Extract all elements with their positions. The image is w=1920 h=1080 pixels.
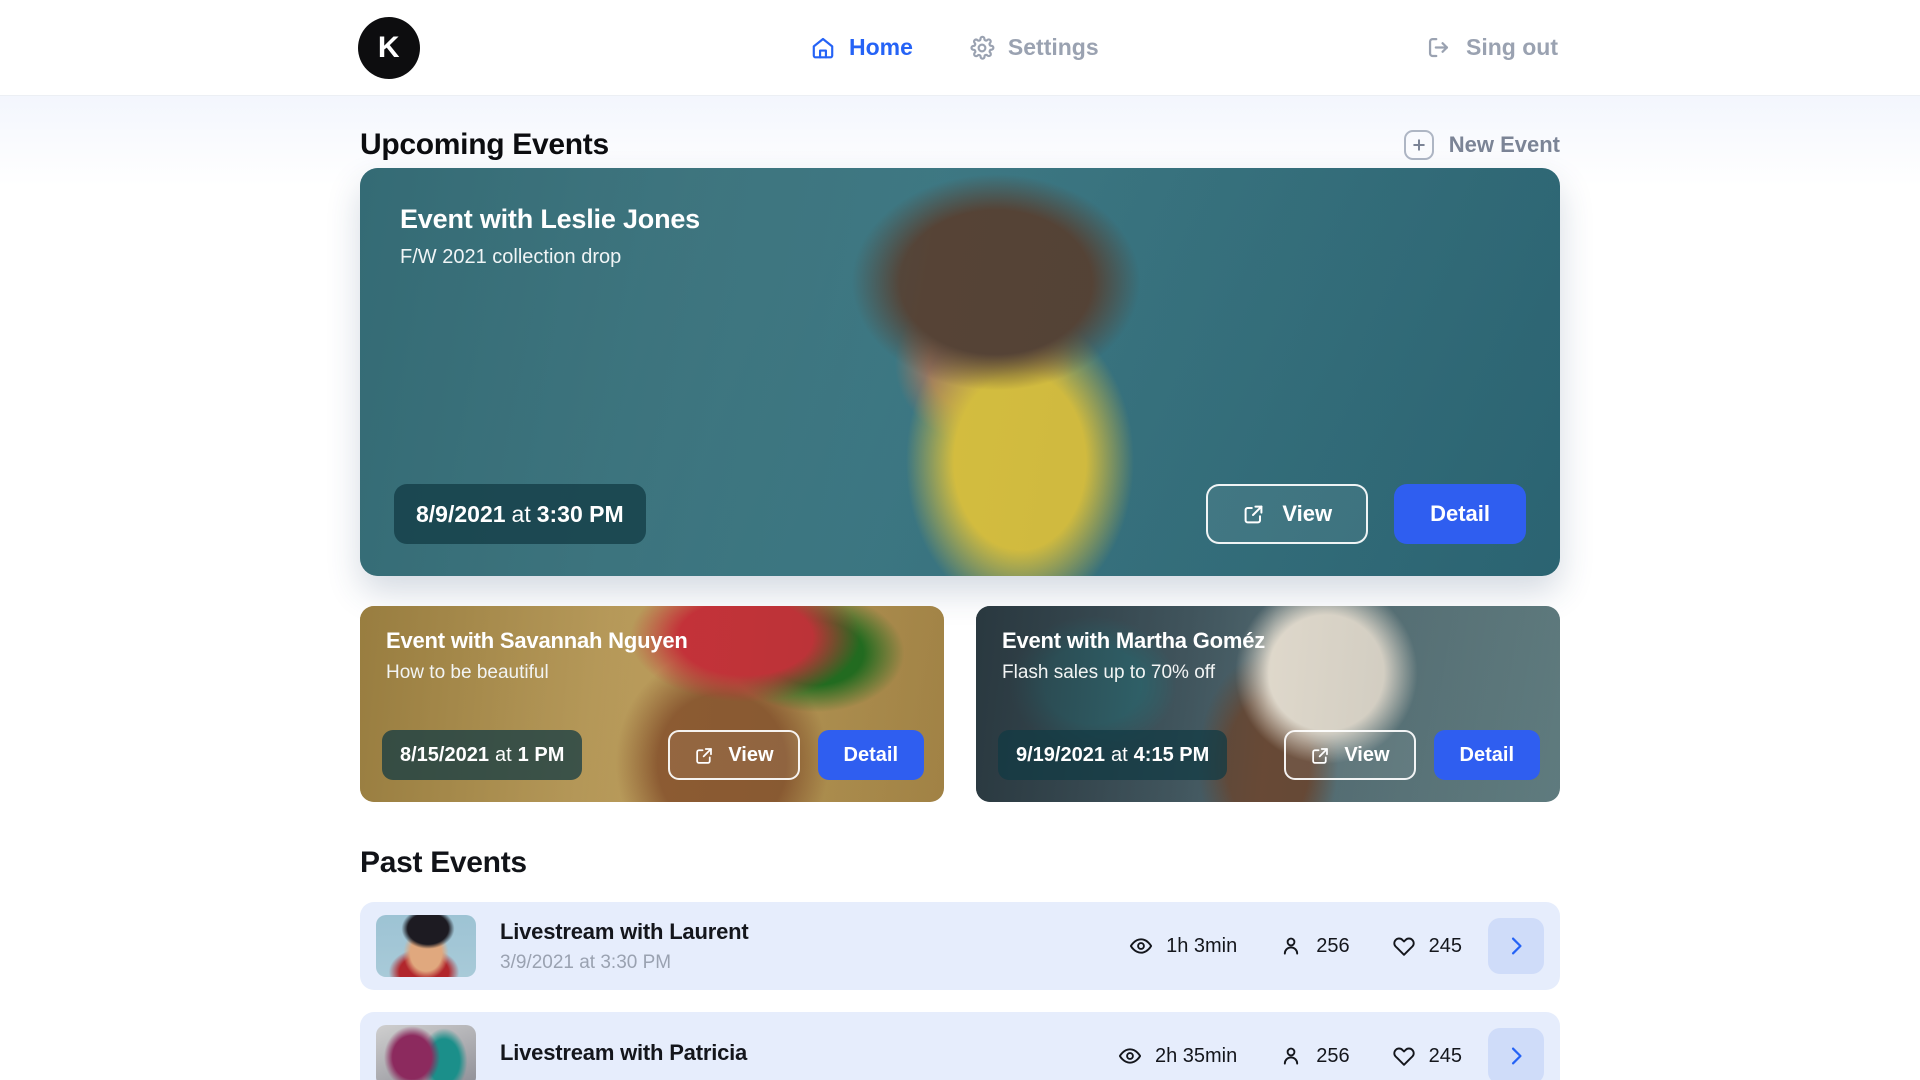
event-card-martha[interactable]: Event with Martha Goméz Flash sales up t…: [976, 606, 1560, 802]
duration-value: 1h 3min: [1166, 934, 1238, 957]
duration-value: 2h 35min: [1154, 1044, 1238, 1067]
hero-view-label: View: [1282, 501, 1333, 526]
plus-icon: [1403, 130, 1434, 160]
card-view-button[interactable]: View: [1284, 730, 1416, 780]
hero-view-button[interactable]: View: [1206, 484, 1369, 544]
card-title: Event with Savannah Nguyen: [386, 628, 688, 653]
hero-actions: View Detail: [1206, 484, 1526, 544]
hero-text-block: Event with Leslie Jones F/W 2021 collect…: [400, 204, 700, 269]
card-datetime-chip: 9/19/2021 at 4:15 PM: [998, 730, 1228, 780]
attendees-value: 256: [1316, 1044, 1350, 1067]
hero-detail-button[interactable]: Detail: [1394, 484, 1526, 544]
nav-item-settings[interactable]: Settings: [969, 34, 1099, 61]
past-event-name: Livestream with Laurent: [500, 918, 749, 944]
sign-out-button[interactable]: Sing out: [1425, 34, 1558, 61]
attendees-stat: 256: [1279, 934, 1350, 958]
eye-icon: [1118, 1044, 1142, 1068]
event-thumbnail: [376, 1025, 476, 1080]
hero-at: at: [511, 500, 531, 527]
card-time: 1 PM: [517, 743, 565, 766]
nav-item-home-label: Home: [849, 34, 913, 60]
hero-time: 3:30 PM: [536, 500, 624, 527]
card-detail-button[interactable]: Detail: [1433, 730, 1540, 780]
duration-stat: 1h 3min: [1129, 934, 1237, 958]
card-time: 4:15 PM: [1133, 743, 1210, 766]
past-events-title: Past Events: [360, 846, 527, 879]
gear-icon: [969, 35, 995, 61]
heart-icon: [1392, 934, 1416, 958]
card-at: at: [494, 743, 512, 766]
likes-value: 245: [1428, 934, 1462, 957]
upcoming-small-cards: Event with Savannah Nguyen How to be bea…: [360, 606, 1560, 802]
event-card-savannah[interactable]: Event with Savannah Nguyen How to be bea…: [360, 606, 944, 802]
card-subtitle: Flash sales up to 70% off: [1002, 662, 1215, 683]
new-event-button[interactable]: New Event: [1403, 130, 1560, 160]
card-view-label: View: [1344, 743, 1390, 766]
event-thumbnail: [376, 915, 476, 977]
past-event-info: Livestream with Patricia: [500, 1040, 747, 1073]
card-subtitle: How to be beautiful: [386, 662, 549, 683]
likes-stat: 245: [1392, 1044, 1462, 1068]
past-event-stats: 1h 3min 256 245: [1129, 934, 1488, 958]
card-detail-button[interactable]: Detail: [817, 730, 924, 780]
attendees-stat: 256: [1279, 1044, 1350, 1068]
likes-stat: 245: [1392, 934, 1462, 958]
card-at: at: [1110, 743, 1128, 766]
page-body: Upcoming Events New Event Event with Les…: [0, 96, 1920, 1080]
external-link-icon: [694, 745, 715, 766]
card-date: 8/15/2021: [400, 743, 489, 766]
home-icon: [810, 35, 836, 61]
person-icon: [1279, 1044, 1303, 1068]
logout-icon: [1425, 34, 1452, 61]
hero-subtitle: F/W 2021 collection drop: [400, 246, 622, 268]
main-nav: Home Settings: [810, 34, 1099, 61]
eye-icon: [1129, 934, 1153, 958]
past-event-name: Livestream with Patricia: [500, 1039, 748, 1065]
past-event-row-laurent[interactable]: Livestream with Laurent 3/9/2021 at 3:30…: [360, 902, 1560, 990]
chevron-right-icon: [1503, 933, 1529, 959]
nav-item-settings-label: Settings: [1007, 34, 1099, 60]
logo-letter: K: [377, 30, 401, 64]
card-title: Event with Martha Goméz: [1002, 628, 1266, 653]
card-detail-label: Detail: [1459, 743, 1514, 766]
hero-detail-label: Detail: [1430, 501, 1490, 526]
past-event-datetime: 3/9/2021 at 3:30 PM: [500, 951, 672, 973]
sign-out-label: Sing out: [1466, 34, 1558, 60]
row-open-button[interactable]: [1488, 918, 1544, 974]
past-event-row-patricia[interactable]: Livestream with Patricia 2h 35min 256 24…: [360, 1012, 1560, 1080]
past-event-info: Livestream with Laurent 3/9/2021 at 3:30…: [500, 918, 749, 974]
nav-item-home[interactable]: Home: [810, 34, 913, 61]
card-detail-label: Detail: [843, 743, 898, 766]
chevron-right-icon: [1503, 1043, 1529, 1069]
person-icon: [1279, 934, 1303, 958]
card-view-button[interactable]: View: [668, 730, 800, 780]
attendees-value: 256: [1316, 934, 1350, 957]
hero-event-card[interactable]: Event with Leslie Jones F/W 2021 collect…: [360, 168, 1560, 576]
external-link-icon: [1310, 745, 1331, 766]
card-text-block: Event with Martha Goméz Flash sales up t…: [1002, 628, 1265, 684]
card-view-label: View: [728, 743, 774, 766]
card-text-block: Event with Savannah Nguyen How to be bea…: [386, 628, 688, 684]
content-wrapper: Upcoming Events New Event Event with Les…: [360, 96, 1560, 1080]
page-title: Upcoming Events: [360, 128, 609, 161]
card-actions: View Detail: [1284, 730, 1540, 780]
hero-title: Event with Leslie Jones: [400, 204, 700, 234]
past-event-stats: 2h 35min 256 245: [1118, 1044, 1488, 1068]
likes-value: 245: [1428, 1044, 1462, 1067]
card-datetime-chip: 8/15/2021 at 1 PM: [382, 730, 583, 780]
hero-date: 8/9/2021: [416, 500, 506, 527]
row-open-button[interactable]: [1488, 1028, 1544, 1080]
card-actions: View Detail: [668, 730, 924, 780]
hero-datetime-chip: 8/9/2021 at 3:30 PM: [394, 484, 646, 544]
upcoming-events-header: Upcoming Events New Event: [360, 96, 1560, 164]
app-header: K Home Settings Sing out: [0, 0, 1920, 96]
external-link-icon: [1242, 502, 1266, 526]
app-logo[interactable]: K: [358, 16, 420, 79]
card-date: 9/19/2021: [1016, 743, 1105, 766]
duration-stat: 2h 35min: [1118, 1044, 1237, 1068]
heart-icon: [1392, 1044, 1416, 1068]
new-event-label: New Event: [1448, 132, 1560, 157]
